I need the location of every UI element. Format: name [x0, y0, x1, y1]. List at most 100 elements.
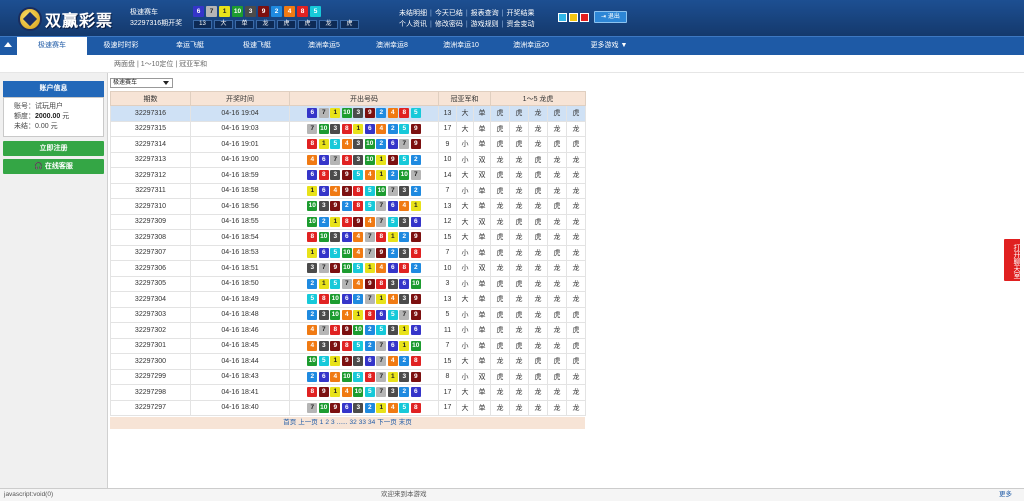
number-ball: 6 [318, 371, 329, 382]
header-link[interactable]: 未结明细 [399, 10, 427, 17]
number-ball: 2 [410, 185, 421, 196]
header-link[interactable]: 资金变动 [506, 21, 534, 28]
collapse-up-icon[interactable] [4, 42, 12, 47]
online-support-button[interactable]: 🎧 在线客服 [3, 159, 104, 174]
number-ball: 2 [318, 216, 329, 227]
number-ball: 1 [353, 309, 364, 320]
number-ball: 10 [307, 356, 318, 367]
sum-cell: 7 [438, 182, 457, 199]
nav-tab[interactable]: 澳洲幸运10 [426, 37, 496, 55]
number-ball: 2 [376, 108, 387, 119]
number-ball: 8 [307, 387, 318, 398]
time-cell: 04-16 18:59 [190, 167, 290, 184]
pager-first[interactable]: 首页 [283, 419, 296, 426]
dragon-tiger-cell: 龙 [566, 384, 587, 401]
number-ball: 1 [376, 294, 387, 305]
theme-red-swatch[interactable] [580, 12, 589, 22]
quota-value: 2000.00 [35, 113, 61, 120]
nav-tab[interactable]: 更多游戏 ▼ [575, 37, 643, 55]
number-ball: 6 [307, 108, 318, 119]
odd-even-cell: 单 [472, 353, 492, 370]
pager-page[interactable]: 2 [325, 419, 329, 426]
nav-tab[interactable]: 幸运飞艇 [156, 37, 224, 55]
balls-cell: 5 8 10 6 2 7 1 4 3 9 [289, 291, 439, 308]
pager-page[interactable]: 34 [368, 419, 375, 426]
draw-balls: 7 10 9 6 3 2 1 4 5 8 [290, 402, 438, 413]
draw-balls: 10 2 1 8 9 4 7 5 3 6 [290, 216, 438, 227]
subnav-champion-sum[interactable]: 冠亚军和 [179, 61, 207, 68]
nav-tab[interactable]: 极速时时彩 [86, 37, 156, 55]
header-link[interactable]: 游戏规则 [471, 21, 499, 28]
nav-tab[interactable]: 澳洲幸运20 [496, 37, 566, 55]
dragon-tiger-cell: 虎 [490, 306, 511, 323]
draw-balls: 4 6 7 8 3 10 1 9 5 2 [290, 154, 438, 165]
pager-page[interactable]: ...... [337, 419, 348, 426]
pager-page[interactable]: 32 [350, 419, 357, 426]
nav-tab[interactable]: 极速飞艇 [224, 37, 290, 55]
top-header: 双赢彩票 极速赛车 32297316期开奖 6 7 1 10 3 9 2 4 8 5 13 大单龙虎… [0, 0, 1024, 36]
table-header-row: 期数 开奖时间 开出号码 冠亚军和 1～5 龙虎 [110, 91, 587, 106]
number-ball: 3 [330, 232, 341, 243]
time-cell: 04-16 18:50 [190, 275, 290, 292]
header-link[interactable]: 个人资讯 [399, 21, 427, 28]
theme-blue-swatch[interactable] [558, 12, 567, 22]
unsettled-value: 0.00 元 [35, 123, 58, 130]
pager-page[interactable]: 33 [359, 419, 366, 426]
issue-cell: 32297302 [110, 322, 191, 339]
nav-tab[interactable]: 澳洲幸运5 [290, 37, 358, 55]
dragon-tiger-cell: 龙 [490, 213, 511, 230]
number-ball: 5 [330, 278, 341, 289]
dragon-tiger-cell: 虎 [566, 337, 587, 354]
header-link[interactable]: 开奖结果 [506, 10, 534, 17]
dragon-tiger-cell: 虎 [528, 229, 549, 246]
pager-page[interactable]: 3 [331, 419, 335, 426]
number-ball: 10 [341, 371, 352, 382]
number-ball: 3 [387, 278, 398, 289]
pager-next[interactable]: 下一页 [377, 419, 397, 426]
number-ball: 8 [330, 325, 341, 336]
number-ball: 9 [410, 309, 421, 320]
dragon-tiger-cell: 虎 [547, 136, 568, 153]
nav-tab[interactable]: 极速赛车 [17, 37, 87, 55]
link-separator: | [501, 21, 504, 28]
dragon-tiger-cell: 龙 [490, 151, 511, 168]
subnav-two-sides[interactable]: 两面盘 [114, 61, 135, 68]
number-ball: 9 [410, 123, 421, 134]
header-link[interactable]: 修改密码 [435, 21, 463, 28]
headset-icon: 🎧 [34, 163, 45, 170]
big-small-cell: 大 [456, 353, 474, 370]
number-ball: 6 [410, 325, 421, 336]
nav-tab[interactable]: 澳洲幸运8 [358, 37, 426, 55]
pager-last[interactable]: 末页 [399, 419, 412, 426]
balls-cell: 7 10 3 8 1 6 4 2 5 9 [289, 120, 439, 137]
register-button[interactable]: 立即注册 [3, 141, 104, 156]
number-ball: 5 [364, 387, 375, 398]
number-ball: 8 [376, 232, 387, 243]
pager-page[interactable]: 1 [320, 419, 324, 426]
number-ball: 4 [341, 139, 352, 150]
header-link[interactable]: 报表查询 [471, 10, 499, 17]
number-ball: 10 [364, 139, 375, 150]
pager-prev[interactable]: 上一页 [298, 419, 318, 426]
dragon-tiger-cell: 虎 [547, 368, 568, 385]
number-ball: 3 [318, 201, 329, 212]
number-ball: 2 [376, 139, 387, 150]
subnav-position[interactable]: 1～10定位 [141, 61, 174, 68]
dragon-tiger-cell: 虎 [490, 368, 511, 385]
open-chat-tab[interactable]: 打开聊天室 [1004, 239, 1020, 281]
number-ball: 1 [376, 402, 387, 413]
site-logo[interactable]: 双赢彩票 [18, 7, 113, 31]
number-ball: 3 [307, 263, 318, 274]
latest-draw-tag: 龙 [256, 20, 275, 29]
number-ball: 7 [341, 278, 352, 289]
draw-balls: 10 5 1 9 3 6 7 4 2 8 [290, 356, 438, 367]
number-ball: 3 [353, 154, 364, 165]
header-link[interactable]: 今天已结 [435, 10, 463, 17]
game-select[interactable]: 极速赛车 [110, 78, 173, 88]
dragon-tiger-cell: 龙 [509, 167, 530, 184]
number-ball: 5 [399, 123, 410, 134]
number-ball: 1 [330, 356, 341, 367]
logout-button[interactable]: ⇥ 退出 [594, 11, 627, 23]
status-more-link[interactable]: 更多 [999, 489, 1012, 501]
theme-yellow-swatch[interactable] [569, 12, 578, 22]
